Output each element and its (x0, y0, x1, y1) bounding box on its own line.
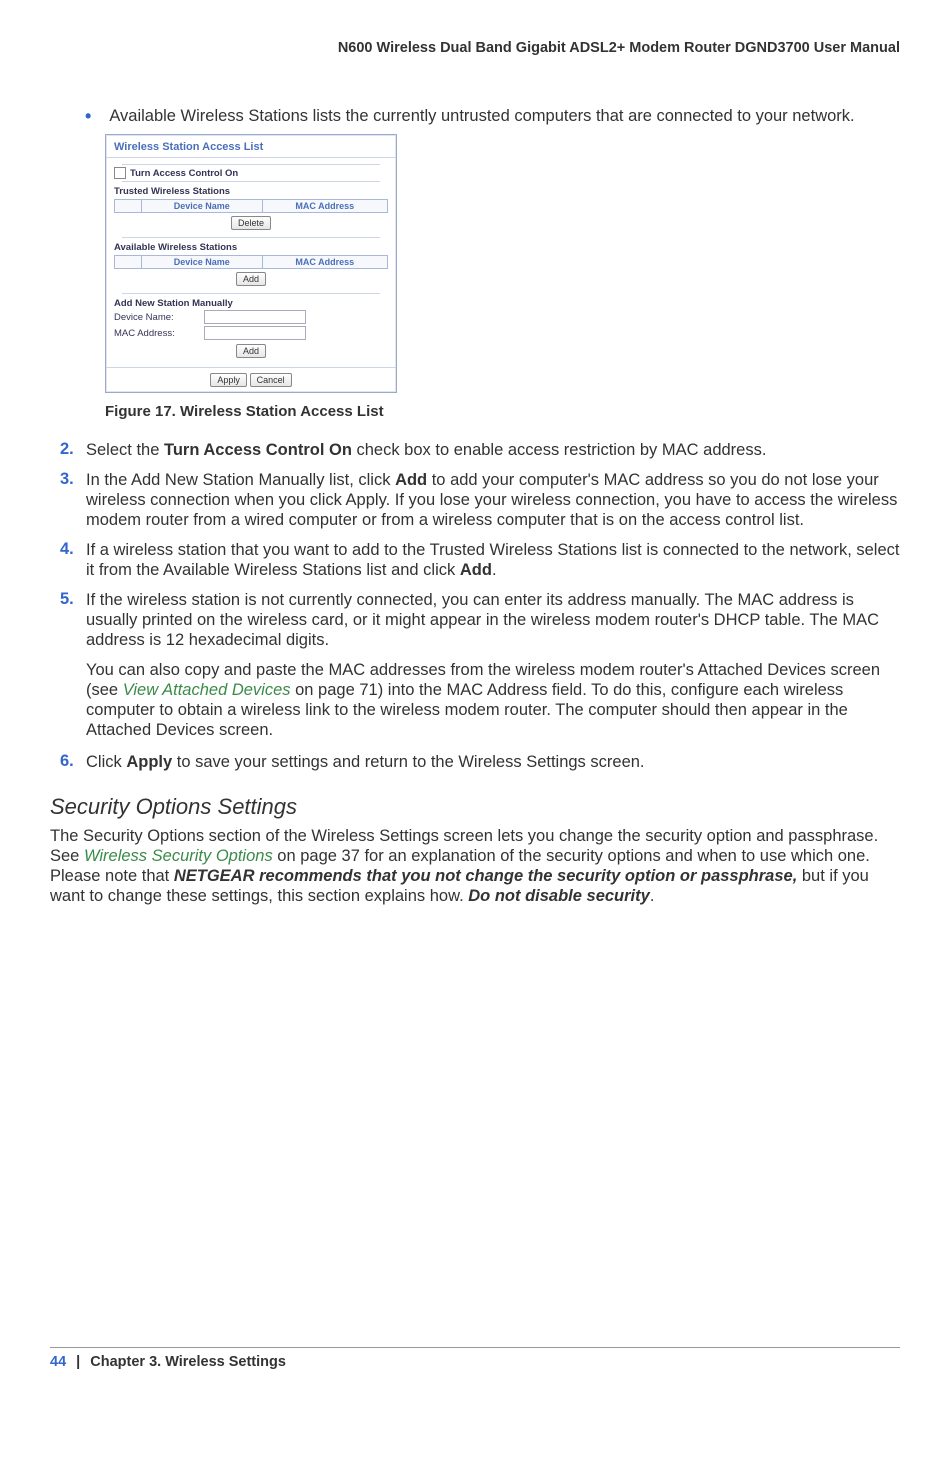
bullet-item: • Available Wireless Stations lists the … (85, 106, 900, 126)
access-list-screenshot: Wireless Station Access List Turn Access… (105, 134, 397, 393)
wireless-security-options-link[interactable]: Wireless Security Options (84, 847, 273, 865)
manual-section-label: Add New Station Manually (114, 298, 388, 309)
apply-button[interactable]: Apply (210, 373, 247, 387)
security-options-section: Security Options Settings The Security O… (50, 794, 900, 906)
device-name-input[interactable] (204, 310, 306, 324)
trusted-table: Device NameMAC Address (114, 199, 388, 213)
mac-address-input[interactable] (204, 326, 306, 340)
turn-access-control-checkbox[interactable] (114, 167, 126, 179)
page-footer: 44 | Chapter 3. Wireless Settings (50, 1347, 900, 1370)
step-4: 4. If a wireless station that you want t… (60, 540, 900, 580)
add-manual-button[interactable]: Add (236, 344, 266, 358)
cancel-button[interactable]: Cancel (250, 373, 292, 387)
delete-button[interactable]: Delete (231, 216, 271, 230)
add-available-button[interactable]: Add (236, 272, 266, 286)
page-header: N600 Wireless Dual Band Gigabit ADSL2+ M… (50, 40, 900, 56)
step-5: 5. If the wireless station is not curren… (60, 590, 900, 650)
step-2: 2. Select the Turn Access Control On che… (60, 440, 900, 460)
checkbox-label: Turn Access Control On (130, 168, 238, 179)
ui-title: Wireless Station Access List (106, 135, 396, 158)
step-3: 3. In the Add New Station Manually list,… (60, 470, 900, 530)
bullet-icon: • (85, 106, 91, 126)
subsection-body: The Security Options section of the Wire… (50, 826, 900, 906)
step-6: 6. Click Apply to save your settings and… (60, 752, 900, 772)
available-table: Device NameMAC Address (114, 255, 388, 269)
device-name-label: Device Name: (114, 312, 204, 323)
available-section-label: Available Wireless Stations (114, 242, 388, 253)
bullet-text: Available Wireless Stations lists the cu… (109, 106, 854, 126)
chapter-label: Chapter 3. Wireless Settings (90, 1354, 286, 1370)
page-number: 44 (50, 1354, 66, 1370)
figure-caption: Figure 17. Wireless Station Access List (105, 403, 900, 420)
mac-address-label: MAC Address: (114, 328, 204, 339)
subsection-title: Security Options Settings (50, 794, 900, 820)
step-5-extra: You can also copy and paste the MAC addr… (86, 660, 900, 740)
trusted-section-label: Trusted Wireless Stations (114, 186, 388, 197)
view-attached-devices-link[interactable]: View Attached Devices (123, 681, 291, 699)
